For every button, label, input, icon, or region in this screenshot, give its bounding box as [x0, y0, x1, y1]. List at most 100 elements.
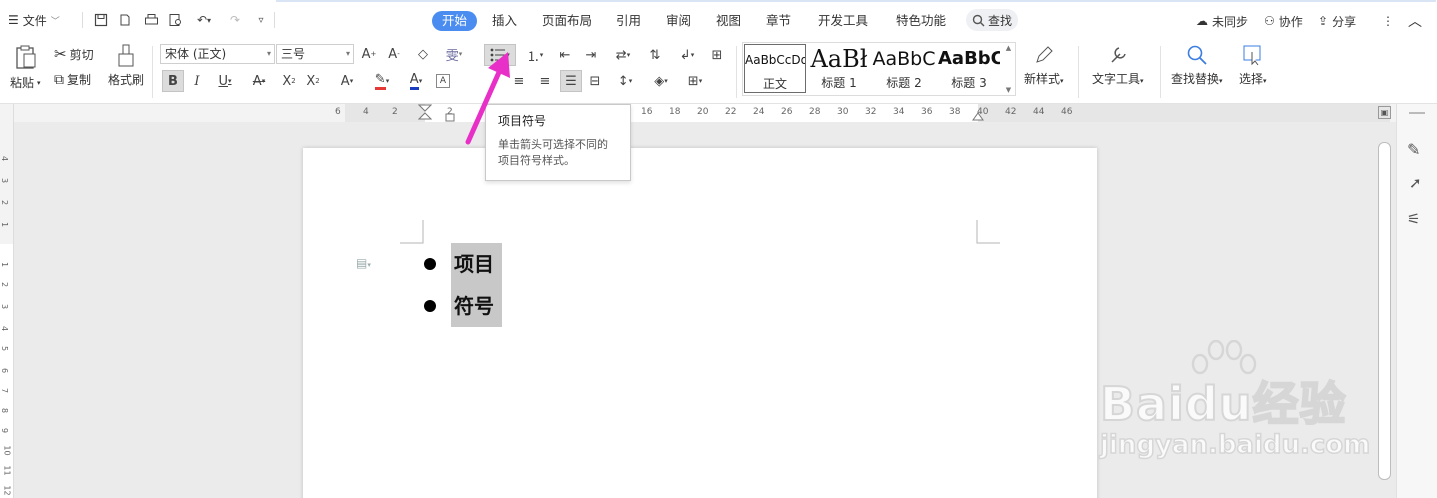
cloud-icon: ☁: [1196, 14, 1208, 28]
sidebar-handle: [1409, 112, 1425, 114]
table-layout-icon[interactable]: ⊞: [708, 46, 726, 64]
style-heading-1-preview: AaBł: [810, 45, 868, 73]
search-button[interactable]: 查找: [966, 9, 1018, 31]
align-right-icon[interactable]: ≡: [536, 72, 554, 90]
print-icon[interactable]: [142, 12, 160, 28]
style-normal[interactable]: AaBbCcDd 正文: [744, 44, 806, 93]
view-toggle-icon[interactable]: ▣: [1378, 106, 1391, 119]
increase-font-icon[interactable]: A +: [360, 45, 378, 63]
hanging-indent-marker[interactable]: [445, 113, 455, 122]
style-heading-1[interactable]: AaBł 标题 1: [808, 44, 870, 93]
edit-icon[interactable]: ✎: [1407, 140, 1420, 159]
redo-icon[interactable]: ↷: [226, 12, 244, 28]
tab-view[interactable]: 视图: [716, 11, 741, 31]
distribute-icon[interactable]: ⊟: [586, 72, 604, 90]
vruler-number: 4: [0, 325, 10, 332]
tab-home[interactable]: 开始: [432, 11, 478, 31]
first-line-indent-marker[interactable]: [418, 104, 432, 122]
tab-review[interactable]: 审阅: [666, 11, 691, 31]
find-replace-label: 查找替换: [1171, 72, 1220, 86]
tab-chapter[interactable]: 章节: [766, 11, 791, 31]
tab-insert[interactable]: 插入: [492, 11, 517, 31]
collaborate-button[interactable]: ⚇ 协作: [1264, 11, 1303, 31]
tab-developer[interactable]: 开发工具: [818, 11, 868, 31]
tab-insert-label: 插入: [492, 13, 518, 28]
new-style-button[interactable]: 新样式▾: [1024, 44, 1064, 87]
italic-icon[interactable]: I: [188, 72, 206, 90]
export-pdf-icon[interactable]: [116, 12, 134, 28]
text-direction-icon[interactable]: ⇄ ▾: [610, 46, 636, 64]
undo-icon[interactable]: ↶ ▾: [193, 12, 215, 28]
search-label: 查找: [987, 13, 1012, 28]
new-style-label: 新样式: [1024, 72, 1061, 86]
borders-icon[interactable]: ⊞ ▾: [682, 72, 708, 90]
style-heading-3[interactable]: AaBbC 标题 3: [938, 44, 1000, 93]
paste-button[interactable]: [14, 44, 38, 70]
font-size-select[interactable]: 三号 ▾: [276, 44, 354, 64]
tab-references[interactable]: 引用: [616, 11, 641, 31]
sort-icon[interactable]: ⇅: [646, 46, 664, 64]
tab-page-layout[interactable]: 页面布局: [542, 11, 592, 31]
settings-sliders-icon[interactable]: ⚟: [1407, 210, 1420, 228]
save-icon[interactable]: [92, 12, 110, 28]
list-item[interactable]: 项目: [424, 243, 502, 285]
find-replace-button[interactable]: 查找替换▾: [1171, 44, 1223, 87]
divider: [1078, 46, 1079, 98]
divider: [274, 12, 275, 28]
select-button[interactable]: 选择▾: [1239, 44, 1267, 87]
scroll-up-icon: ▲: [1005, 44, 1012, 52]
document-page[interactable]: [303, 148, 1097, 498]
list-item[interactable]: 符号: [424, 285, 502, 327]
file-menu-button[interactable]: ☰ 文件 ﹀: [8, 10, 60, 30]
cut-button[interactable]: ✂ 剪切: [54, 45, 94, 63]
ruler-number: 26: [781, 107, 793, 117]
vertical-ruler[interactable]: 4 3 2 1 1 2 3 4 5 6 7 8 9 10 11 12: [0, 104, 14, 498]
font-family-select[interactable]: 宋体 (正文) ▾: [160, 44, 275, 64]
ruler-number: 24: [753, 107, 765, 117]
shading-icon[interactable]: ◈ ▾: [648, 72, 674, 90]
numbered-list-icon[interactable]: ⒈ ▾: [522, 46, 548, 65]
copy-button[interactable]: ⧉ 复制: [54, 71, 91, 88]
paste-dropdown[interactable]: 粘贴 ▾: [10, 74, 41, 91]
subscript-icon[interactable]: X2: [304, 72, 322, 90]
tab-review-label: 审阅: [666, 13, 692, 28]
justify-icon[interactable]: ☰: [560, 70, 582, 92]
clear-format-icon[interactable]: ◇: [414, 45, 432, 63]
vruler-number: 8: [0, 407, 10, 414]
decrease-font-icon[interactable]: A-: [385, 45, 403, 63]
style-heading-2[interactable]: AaBbC 标题 2: [872, 44, 936, 93]
sync-status-button[interactable]: ☁ 未同步: [1196, 11, 1248, 31]
font-color-icon[interactable]: A ▾: [402, 72, 430, 90]
styles-scroll[interactable]: ▲ ▼: [1003, 44, 1014, 94]
print-preview-icon[interactable]: [166, 12, 184, 28]
ruler-number: 16: [641, 107, 653, 117]
bold-icon[interactable]: B: [162, 70, 184, 92]
superscript-icon[interactable]: X2: [280, 72, 298, 90]
char-border-icon[interactable]: A: [436, 74, 450, 88]
right-indent-marker[interactable]: [972, 112, 984, 122]
decrease-indent-icon[interactable]: ⇤: [556, 46, 574, 64]
select-label: 选择: [1239, 72, 1264, 86]
customize-toolbar-icon[interactable]: ▿: [252, 12, 270, 28]
more-options-icon[interactable]: ⋮: [1382, 11, 1394, 31]
highlight-icon[interactable]: ✎ ▾: [368, 72, 396, 90]
text-tools-button[interactable]: 文字工具▾: [1092, 44, 1144, 87]
share-button[interactable]: ⇪ 分享: [1318, 11, 1356, 31]
show-marks-icon[interactable]: ↲ ▾: [674, 46, 700, 64]
text-effect-icon[interactable]: A ▾: [334, 72, 360, 90]
chevron-down-icon: ﹀: [50, 16, 60, 27]
font-family-value: 宋体 (正文): [165, 47, 227, 61]
format-painter-button[interactable]: 格式刷: [108, 44, 144, 88]
share-icon: ⇪: [1318, 14, 1329, 28]
ruler-number: 38: [949, 107, 961, 117]
tab-special-features[interactable]: 特色功能: [896, 11, 946, 31]
paragraph-handle-icon[interactable]: ▤▾: [356, 256, 371, 270]
strikethrough-icon[interactable]: A ▾: [246, 72, 272, 90]
horizontal-ruler[interactable]: 6 4 2 2 16 18 20 22 24 26 28 30 32 34 36…: [0, 104, 1437, 122]
increase-indent-icon[interactable]: ⇥: [582, 46, 600, 64]
collapse-ribbon-icon[interactable]: ︿: [1408, 11, 1422, 31]
magnifier-icon: [1187, 45, 1207, 65]
underline-icon[interactable]: U ▾: [212, 72, 238, 90]
pointer-icon[interactable]: ➚: [1409, 174, 1422, 192]
line-spacing-icon[interactable]: ↕ ▾: [612, 72, 638, 90]
